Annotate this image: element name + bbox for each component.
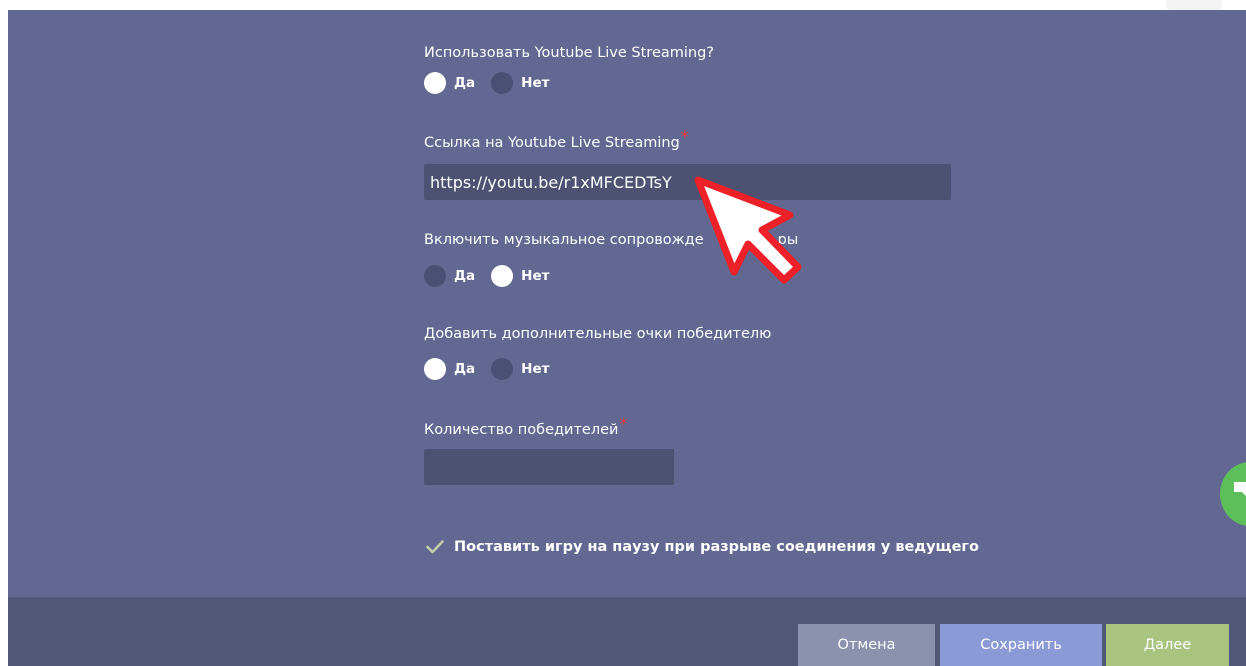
winners-count-label: Количество победителей* <box>424 414 627 438</box>
winner-points-no-label[interactable]: Нет <box>521 361 549 377</box>
pause-on-disconnect-label[interactable]: Поставить игру на паузу при разрыве соед… <box>454 539 979 555</box>
youtube-streaming-no-label[interactable]: Нет <box>521 75 549 91</box>
winner-points-yes-radio[interactable] <box>424 358 446 380</box>
winner-points-radio-group: Да Нет <box>424 358 565 380</box>
youtube-streaming-label: Использовать Youtube Live Streaming? <box>424 45 714 61</box>
winners-count-label-text: Количество победителей <box>424 422 619 438</box>
winner-points-label: Добавить дополнительные очки победителю <box>424 326 772 342</box>
check-icon[interactable] <box>424 536 446 558</box>
music-no-radio[interactable] <box>491 265 514 287</box>
youtube-link-label: Ссылка на Youtube Live Streaming* <box>424 127 689 151</box>
youtube-streaming-no-radio[interactable] <box>491 72 514 94</box>
winners-count-input[interactable] <box>424 449 674 485</box>
youtube-link-label-text: Ссылка на Youtube Live Streaming <box>424 135 680 151</box>
music-yes-label[interactable]: Да <box>454 268 475 284</box>
music-no-label[interactable]: Нет <box>521 268 549 284</box>
cursor-arrow-icon <box>694 176 802 284</box>
chat-icon <box>1234 482 1246 496</box>
next-button[interactable]: Далее <box>1106 624 1229 666</box>
required-mark: * <box>680 127 689 146</box>
cancel-button[interactable]: Отмена <box>798 624 935 666</box>
settings-panel <box>8 10 1246 597</box>
youtube-streaming-yes-radio[interactable] <box>424 72 446 94</box>
music-radio-group: Да Нет <box>424 265 565 287</box>
music-yes-radio[interactable] <box>424 265 446 287</box>
winner-points-no-radio[interactable] <box>491 358 514 380</box>
corner-tab <box>1166 0 1222 10</box>
required-mark: * <box>619 414 628 433</box>
youtube-streaming-radio-group: Да Нет <box>424 72 565 94</box>
music-label-text: Включить музыкальное сопровожде <box>424 232 704 248</box>
winner-points-yes-label[interactable]: Да <box>454 361 475 377</box>
youtube-streaming-yes-label[interactable]: Да <box>454 75 475 91</box>
save-button[interactable]: Сохранить <box>940 624 1102 666</box>
pause-on-disconnect-row[interactable]: Поставить игру на паузу при разрыве соед… <box>424 536 979 558</box>
